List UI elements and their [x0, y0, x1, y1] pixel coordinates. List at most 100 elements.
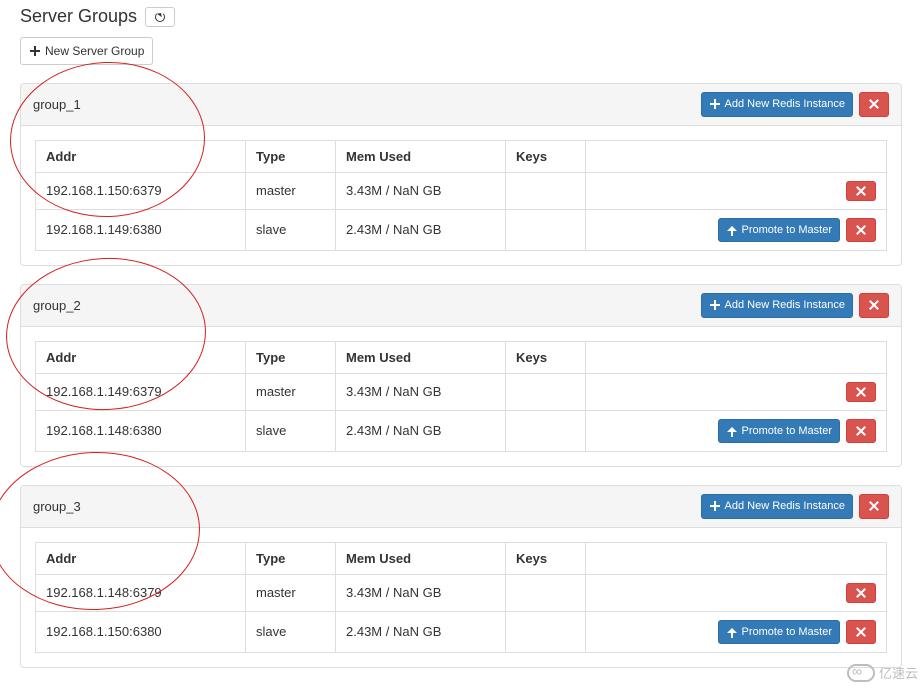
cell-type: slave — [246, 611, 336, 653]
col-mem: Mem Used — [336, 140, 506, 172]
close-icon — [868, 299, 880, 311]
col-type: Type — [246, 542, 336, 574]
plus-icon — [709, 98, 721, 110]
cell-type: slave — [246, 209, 336, 251]
col-keys: Keys — [506, 542, 586, 574]
instances-table: AddrTypeMem UsedKeys192.168.1.148:6379ma… — [35, 542, 887, 654]
close-icon — [855, 386, 867, 398]
cell-mem: 3.43M / NaN GB — [336, 373, 506, 410]
refresh-button[interactable] — [145, 7, 175, 27]
delete-group-button[interactable] — [859, 494, 889, 519]
group-name: group_1 — [33, 97, 81, 112]
cell-actions — [586, 172, 887, 209]
cell-keys — [506, 373, 586, 410]
cell-keys — [506, 574, 586, 611]
group-panel: group_1 Add New Redis Instance AddrTypeMem… — [20, 83, 902, 266]
col-addr: Addr — [36, 140, 246, 172]
cell-mem: 2.43M / NaN GB — [336, 209, 506, 251]
cell-keys — [506, 209, 586, 251]
cell-mem: 3.43M / NaN GB — [336, 172, 506, 209]
delete-group-button[interactable] — [859, 293, 889, 318]
col-actions — [586, 542, 887, 574]
cell-type: slave — [246, 410, 336, 452]
add-redis-instance-label: Add New Redis Instance — [725, 297, 845, 314]
add-redis-instance-label: Add New Redis Instance — [725, 498, 845, 515]
col-keys: Keys — [506, 140, 586, 172]
col-mem: Mem Used — [336, 341, 506, 373]
cell-keys — [506, 410, 586, 452]
delete-instance-button[interactable] — [846, 218, 876, 243]
delete-instance-button[interactable] — [846, 419, 876, 444]
col-actions — [586, 140, 887, 172]
add-redis-instance-button[interactable]: Add New Redis Instance — [701, 92, 853, 117]
new-server-group-button[interactable]: New Server Group — [20, 37, 153, 65]
promote-to-master-button[interactable]: Promote to Master — [718, 419, 840, 444]
cell-actions: Promote to Master — [586, 410, 887, 452]
promote-label: Promote to Master — [742, 423, 832, 440]
group-heading: group_2 Add New Redis Instance — [21, 285, 901, 327]
cell-addr: 192.168.1.150:6380 — [36, 611, 246, 653]
group-heading: group_1 Add New Redis Instance — [21, 84, 901, 126]
cell-type: master — [246, 574, 336, 611]
promote-to-master-button[interactable]: Promote to Master — [718, 218, 840, 243]
delete-instance-button[interactable] — [846, 181, 876, 201]
table-row: 192.168.1.149:6379master3.43M / NaN GB — [36, 373, 887, 410]
add-redis-instance-label: Add New Redis Instance — [725, 96, 845, 113]
cell-actions: Promote to Master — [586, 209, 887, 251]
cell-keys — [506, 611, 586, 653]
instances-table: AddrTypeMem UsedKeys192.168.1.150:6379ma… — [35, 140, 887, 252]
table-row: 192.168.1.149:6380slave2.43M / NaN GB Pro… — [36, 209, 887, 251]
table-row: 192.168.1.150:6379master3.43M / NaN GB — [36, 172, 887, 209]
col-mem: Mem Used — [336, 542, 506, 574]
close-icon — [855, 626, 867, 638]
cell-actions: Promote to Master — [586, 611, 887, 653]
delete-instance-button[interactable] — [846, 620, 876, 645]
delete-instance-button[interactable] — [846, 382, 876, 402]
table-row: 192.168.1.148:6380slave2.43M / NaN GB Pro… — [36, 410, 887, 452]
table-row: 192.168.1.150:6380slave2.43M / NaN GB Pro… — [36, 611, 887, 653]
close-icon — [855, 587, 867, 599]
cell-addr: 192.168.1.149:6380 — [36, 209, 246, 251]
cell-keys — [506, 172, 586, 209]
delete-group-button[interactable] — [859, 92, 889, 117]
col-actions — [586, 341, 887, 373]
group-heading: group_3 Add New Redis Instance — [21, 486, 901, 528]
cell-mem: 2.43M / NaN GB — [336, 410, 506, 452]
cell-actions — [586, 373, 887, 410]
cell-mem: 2.43M / NaN GB — [336, 611, 506, 653]
new-server-group-label: New Server Group — [45, 42, 144, 60]
cell-addr: 192.168.1.150:6379 — [36, 172, 246, 209]
arrow-up-icon — [726, 224, 738, 236]
cell-actions — [586, 574, 887, 611]
group-panel: group_2 Add New Redis Instance AddrTypeMem… — [20, 284, 902, 467]
plus-icon — [709, 500, 721, 512]
cell-type: master — [246, 373, 336, 410]
add-redis-instance-button[interactable]: Add New Redis Instance — [701, 293, 853, 318]
promote-label: Promote to Master — [742, 222, 832, 239]
col-addr: Addr — [36, 341, 246, 373]
cell-addr: 192.168.1.148:6380 — [36, 410, 246, 452]
cell-addr: 192.168.1.148:6379 — [36, 574, 246, 611]
promote-to-master-button[interactable]: Promote to Master — [718, 620, 840, 645]
col-addr: Addr — [36, 542, 246, 574]
cell-mem: 3.43M / NaN GB — [336, 574, 506, 611]
add-redis-instance-button[interactable]: Add New Redis Instance — [701, 494, 853, 519]
close-icon — [855, 425, 867, 437]
table-row: 192.168.1.148:6379master3.43M / NaN GB — [36, 574, 887, 611]
delete-instance-button[interactable] — [846, 583, 876, 603]
close-icon — [868, 500, 880, 512]
page-title: Server Groups — [20, 6, 137, 27]
instances-table: AddrTypeMem UsedKeys192.168.1.149:6379ma… — [35, 341, 887, 453]
col-type: Type — [246, 140, 336, 172]
refresh-icon — [154, 11, 166, 23]
close-icon — [855, 224, 867, 236]
plus-icon — [29, 45, 41, 57]
cell-type: master — [246, 172, 336, 209]
group-name: group_2 — [33, 298, 81, 313]
group-name: group_3 — [33, 499, 81, 514]
promote-label: Promote to Master — [742, 624, 832, 641]
arrow-up-icon — [726, 626, 738, 638]
arrow-up-icon — [726, 425, 738, 437]
col-type: Type — [246, 341, 336, 373]
close-icon — [868, 98, 880, 110]
